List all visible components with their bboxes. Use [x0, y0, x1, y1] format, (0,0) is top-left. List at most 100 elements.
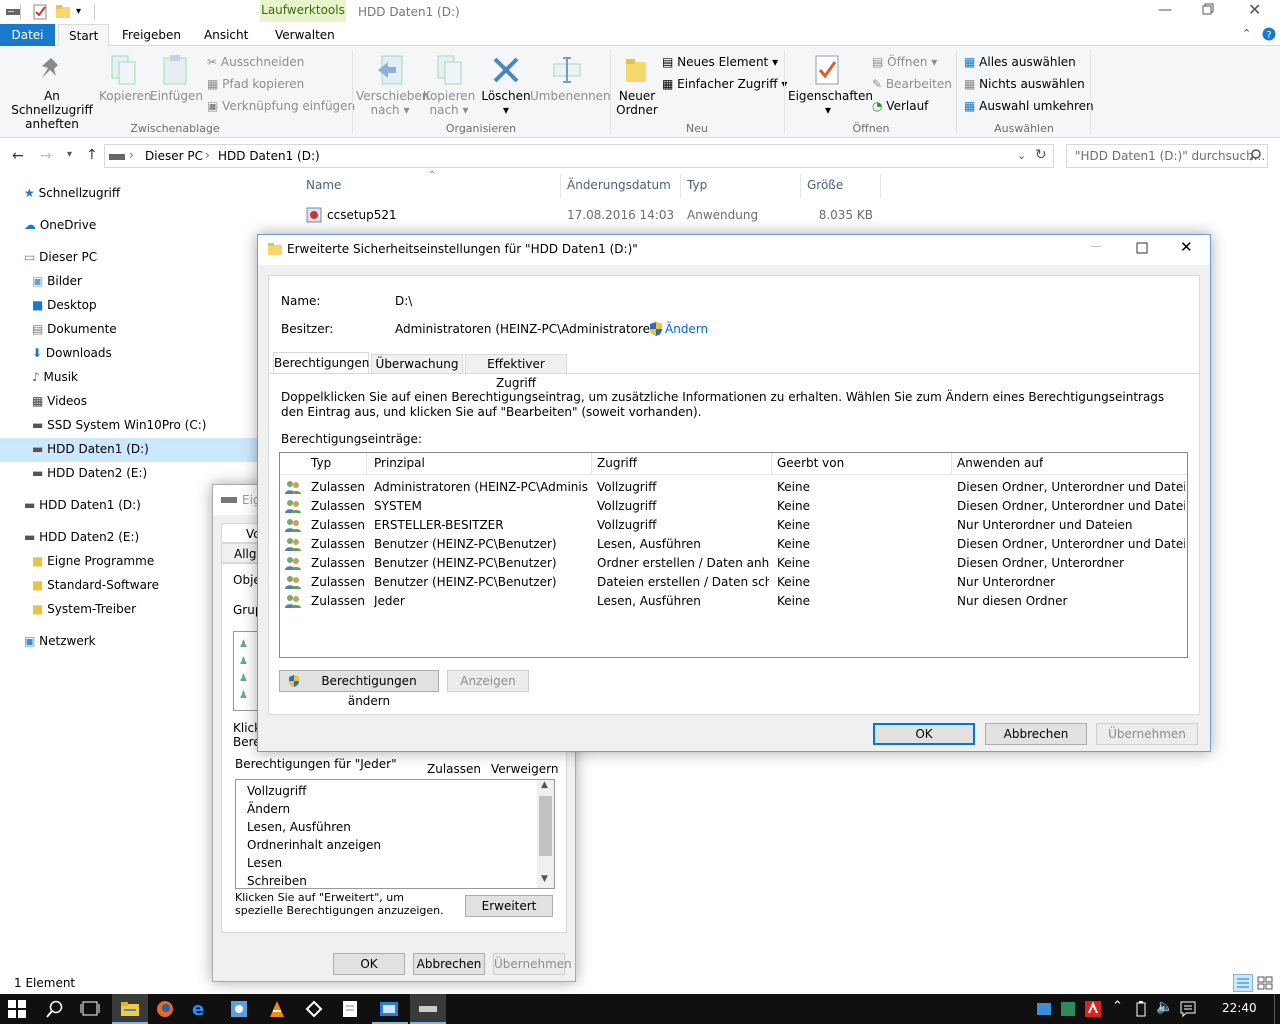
view-button[interactable]: Anzeigen [447, 670, 529, 692]
up-icon[interactable]: ↑ [86, 147, 98, 163]
delete-button[interactable]: Löschen ▾ [480, 89, 532, 117]
nav-downloads[interactable]: ⬇ Downloads [32, 341, 112, 365]
move-to-button[interactable]: Verschieben nach ▾ [356, 89, 429, 117]
nav-music[interactable]: ♪ Musik [32, 365, 78, 389]
nav-quick-access[interactable]: ★ Schnellzugriff [24, 181, 120, 205]
copy-to-button[interactable]: Kopieren nach ▾ [420, 89, 478, 117]
address-field[interactable]: › Dieser PC › HDD Daten1 (D:) ⌄ ↻ [104, 144, 1054, 168]
search-taskbar-icon[interactable] [46, 1000, 64, 1018]
app-icon[interactable] [305, 1000, 323, 1018]
properties-taskbar-button[interactable] [410, 994, 446, 1024]
history-button[interactable]: ◔ Verlauf [872, 98, 928, 116]
breadcrumb-drive[interactable]: HDD Daten1 (D:) [218, 149, 320, 163]
tab-start[interactable]: Start [58, 24, 110, 47]
cancel-button[interactable]: Abbrechen [985, 723, 1087, 745]
tab-verwalten[interactable]: Verwalten [265, 24, 345, 46]
maximize-icon[interactable] [1136, 242, 1148, 254]
col-inherited-from[interactable]: Geerbt von [777, 454, 844, 473]
easy-access-button[interactable]: ▦ Einfacher Zugriff ▾ [662, 76, 787, 94]
firefox-icon[interactable] [156, 1000, 174, 1018]
change-permissions-button[interactable]: Berechtigungen ändern [279, 670, 439, 708]
action-center-icon[interactable] [1180, 1001, 1196, 1017]
collapse-ribbon-icon[interactable]: ⌃ [1242, 27, 1251, 40]
new-folder-quick-icon[interactable] [56, 5, 70, 19]
refresh-icon[interactable]: ↻ [1035, 147, 1047, 163]
nav-hdd1-root[interactable]: ▬ HDD Daten1 (D:) [24, 493, 141, 517]
details-view-icon[interactable] [1233, 974, 1253, 992]
nav-network[interactable]: ▣ Netzwerk [24, 629, 96, 653]
notepad-icon[interactable] [342, 1000, 358, 1018]
permission-entry-row[interactable]: Zulassen Benutzer (HEINZ-PC\Benutzer) Lese… [280, 535, 1186, 554]
col-access[interactable]: Zugriff [597, 454, 637, 473]
new-item-button[interactable]: ▤ Neues Element ▾ [662, 54, 778, 72]
copy-button[interactable]: Kopieren [99, 89, 152, 103]
windows-start-icon[interactable] [8, 1000, 26, 1018]
tray-power-icon[interactable] [1134, 1000, 1148, 1018]
file-row[interactable]: ccsetup521 17.08.2016 14:03 Anwendung 8.… [300, 205, 880, 225]
back-icon[interactable]: ← [12, 148, 24, 164]
scroll-up-icon[interactable]: ▲ [541, 780, 548, 790]
search-field[interactable]: "HDD Daten1 (D:)" durchsuch... [1066, 144, 1268, 168]
nav-onedrive[interactable]: ☁ OneDrive [24, 213, 96, 237]
nav-folder-software[interactable]: ■ Standard-Software [32, 573, 159, 597]
nav-hdd2[interactable]: ▬ HDD Daten2 (E:) [32, 461, 147, 485]
nav-desktop[interactable]: ■ Desktop [32, 293, 97, 317]
new-folder-button[interactable]: Neuer Ordner [612, 89, 662, 117]
address-dropdown-icon[interactable]: ⌄ [1017, 149, 1026, 162]
properties-button[interactable]: Eigenschaften ▾ [788, 89, 873, 117]
restore-icon[interactable] [1202, 3, 1214, 15]
clock[interactable]: 22:40 [1222, 1001, 1257, 1015]
tab-permissions[interactable]: Berechtigungen [273, 352, 369, 374]
minimize-icon[interactable]: — [1158, 2, 1172, 18]
nav-this-pc[interactable]: ▭ Dieser PC [24, 245, 97, 269]
nav-videos[interactable]: ▦ Videos [32, 389, 87, 413]
props-cancel-button[interactable]: Abbrechen [413, 953, 485, 975]
nav-folder-drivers[interactable]: ■ System-Treiber [32, 597, 136, 621]
col-principal[interactable]: Prinzipal [374, 454, 425, 473]
column-date[interactable]: Änderungsdatum [567, 178, 671, 192]
nav-folder-programs[interactable]: ■ Eigne Programme [32, 549, 154, 573]
tab-ansicht[interactable]: Ansicht [194, 24, 258, 46]
permission-entry-row[interactable]: Zulassen Administratoren (HEINZ-PC\Admini… [280, 478, 1186, 497]
open-button[interactable]: ▤ Öffnen ▾ [872, 54, 937, 72]
vlc-icon[interactable] [268, 1000, 286, 1018]
tray-network-app-icon[interactable] [1036, 1001, 1052, 1017]
minimize-icon[interactable]: — [1090, 239, 1102, 253]
column-name[interactable]: Name [306, 178, 341, 192]
cut-button[interactable]: ✂ Ausschneiden [207, 54, 304, 72]
edit-button[interactable]: ✎ Bearbeiten [872, 76, 952, 94]
tab-auditing[interactable]: Überwachung [371, 354, 463, 374]
permission-entries-list[interactable]: Typ Prinzipal Zugriff Geerbt von Anwende… [279, 452, 1188, 658]
nav-hdd2-root[interactable]: ▬ HDD Daten2 (E:) [24, 525, 139, 549]
tool-icon[interactable] [230, 1000, 248, 1018]
select-all-button[interactable]: ▦ Alles auswählen [964, 54, 1076, 72]
tab-effective-access[interactable]: Effektiver Zugriff [465, 354, 567, 390]
close-icon[interactable]: ✕ [1180, 238, 1193, 256]
control-panel-taskbar-button[interactable] [372, 994, 408, 1024]
properties-quick-icon[interactable] [33, 4, 47, 20]
column-size[interactable]: Größe [807, 178, 843, 192]
close-icon[interactable]: ✕ [1248, 0, 1261, 19]
nav-hdd1[interactable]: ▬ HDD Daten1 (D:) [32, 437, 149, 461]
edge-icon[interactable]: e [192, 999, 204, 1020]
paste-shortcut-button[interactable]: ▣ Verknüpfung einfügen [207, 98, 355, 116]
paste-button[interactable]: Einfügen [150, 89, 203, 103]
nav-ssd-c[interactable]: ▬ SSD System Win10Pro (C:) [32, 413, 206, 437]
invert-selection-button[interactable]: ▦ Auswahl umkehren [964, 98, 1094, 116]
permissions-list[interactable]: Vollzugriff Ändern Lesen, Ausführen Ordn… [235, 779, 555, 889]
explorer-taskbar-button[interactable] [112, 994, 148, 1024]
permission-entry-row[interactable]: Zulassen Benutzer (HEINZ-PC\Benutzer) Date… [280, 573, 1186, 592]
tray-security-icon[interactable] [1084, 1000, 1102, 1018]
breadcrumb-this-pc[interactable]: Dieser PC [145, 149, 203, 163]
forward-icon[interactable]: → [40, 148, 52, 164]
change-owner-link[interactable]: Ändern [665, 322, 708, 336]
tab-general[interactable]: Allge [221, 543, 264, 563]
permission-entry-row[interactable]: Zulassen Benutzer (HEINZ-PC\Benutzer) Ordn… [280, 554, 1186, 573]
scroll-down-icon[interactable]: ▼ [541, 874, 548, 884]
quick-access-dropdown-icon[interactable]: ▾ [76, 6, 81, 17]
tray-app-icon[interactable] [1060, 1001, 1076, 1017]
apply-button[interactable]: Übernehmen [1096, 723, 1198, 745]
tab-datei[interactable]: Datei [0, 24, 55, 46]
select-none-button[interactable]: ▦ Nichts auswählen [964, 76, 1085, 94]
col-applies-to[interactable]: Anwenden auf [957, 454, 1043, 473]
